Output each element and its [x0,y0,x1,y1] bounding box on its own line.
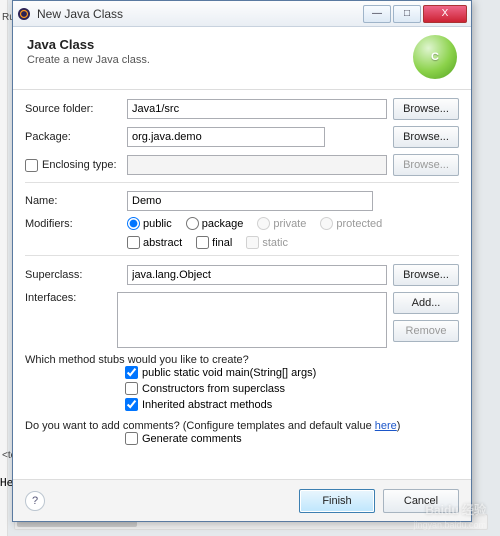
check-inherited[interactable]: Inherited abstract methods [125,398,272,411]
class-icon: C [413,35,457,79]
check-abstract[interactable]: abstract [127,236,182,249]
modifier-checkboxes: abstract final static [127,236,288,249]
browse-package-button[interactable]: Browse... [393,126,459,148]
minimize-button[interactable]: — [363,5,391,23]
source-folder-label: Source folder: [25,103,121,115]
enclosing-type-checkbox[interactable] [25,159,38,172]
name-label: Name: [25,195,121,207]
superclass-input[interactable] [127,265,387,285]
radio-package[interactable]: package [186,217,244,230]
interfaces-label: Interfaces: [25,292,111,304]
titlebar[interactable]: New Java Class — □ X [13,1,471,27]
stubs-question: Which method stubs would you like to cre… [25,354,459,366]
browse-superclass-button[interactable]: Browse... [393,264,459,286]
form-body: Source folder: Browse... Package: Browse… [13,90,471,452]
interfaces-list[interactable] [117,292,387,348]
cancel-button[interactable]: Cancel [383,489,459,513]
check-static: static [246,236,288,249]
browse-source-button[interactable]: Browse... [393,98,459,120]
enclosing-type-text: Enclosing type: [42,159,117,171]
package-label: Package: [25,131,121,143]
maximize-button[interactable]: □ [393,5,421,23]
name-input[interactable] [127,191,373,211]
new-java-class-dialog: New Java Class — □ X Java Class Create a… [12,0,472,522]
finish-button[interactable]: Finish [299,489,375,513]
configure-templates-link[interactable]: here [375,420,397,432]
add-interface-button[interactable]: Add... [393,292,459,314]
browse-enclosing-button: Browse... [393,154,459,176]
dialog-button-bar: ? Finish Cancel [13,479,471,521]
comments-question: Do you want to add comments? (Configure … [25,420,459,432]
help-icon[interactable]: ? [25,491,45,511]
check-generate-comments[interactable]: Generate comments [125,432,242,445]
page-title: Java Class [27,37,150,52]
modifiers-label: Modifiers: [25,218,121,230]
check-constructors[interactable]: Constructors from superclass [125,382,285,395]
eclipse-icon [17,7,31,21]
comments-question-pre: Do you want to add comments? (Configure … [25,420,375,432]
class-icon-letter: C [431,51,439,63]
page-subtitle: Create a new Java class. [27,54,150,66]
separator-2 [25,255,459,256]
radio-private: private [257,217,306,230]
remove-interface-button: Remove [393,320,459,342]
superclass-label: Superclass: [25,269,121,281]
radio-public[interactable]: public [127,217,172,230]
dialog-header: Java Class Create a new Java class. C [13,27,471,90]
comments-question-post: ) [397,420,401,432]
enclosing-type-input [127,155,387,175]
radio-protected: protected [320,217,382,230]
source-folder-input[interactable] [127,99,387,119]
window-title: New Java Class [37,7,357,21]
check-final[interactable]: final [196,236,232,249]
visibility-radios: public package private protected [127,217,382,230]
package-input[interactable] [127,127,325,147]
enclosing-type-checkbox-label[interactable]: Enclosing type: [25,159,121,172]
close-button[interactable]: X [423,5,467,23]
check-main-method[interactable]: public static void main(String[] args) [125,366,316,379]
separator [25,182,459,183]
